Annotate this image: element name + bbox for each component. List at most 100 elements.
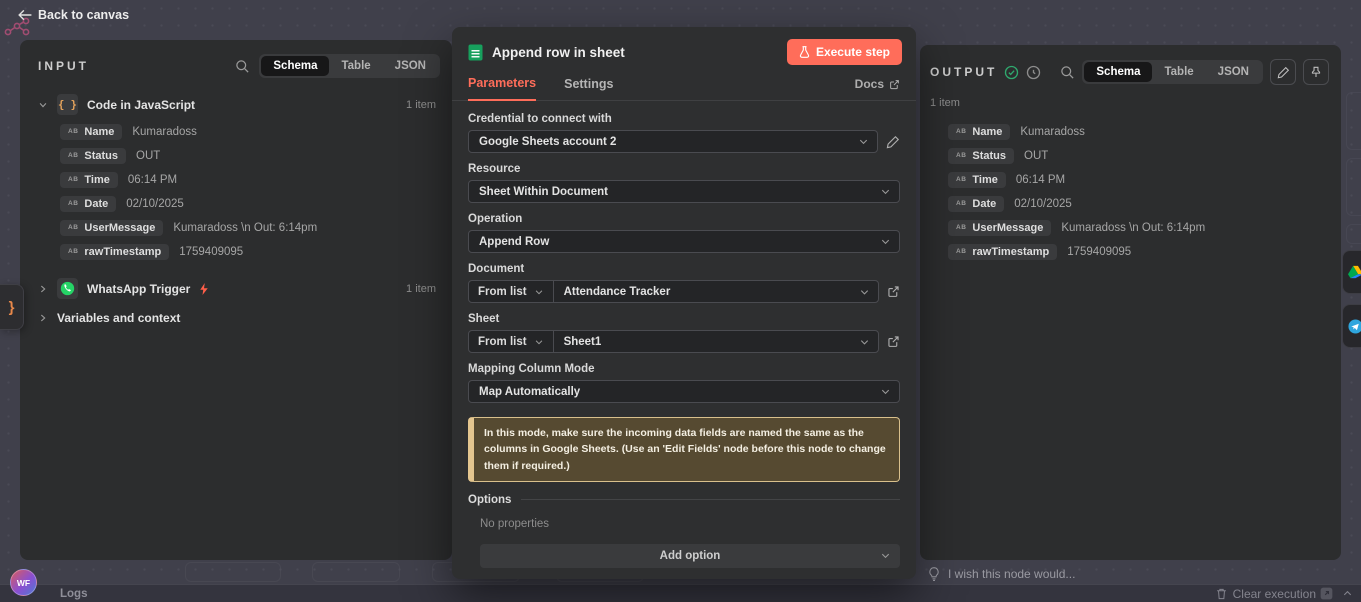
resource-select[interactable]: Sheet Within Document [468, 180, 900, 203]
canvas-ghost-node [185, 562, 281, 582]
field-value: Kumaradoss \n Out: 6:14pm [1061, 222, 1205, 234]
field-name: Name [972, 126, 1002, 138]
chevron-down-icon [534, 287, 544, 297]
resource-value: Sheet Within Document [479, 186, 608, 198]
field-pill[interactable]: ABUserMessage [948, 220, 1051, 236]
output-view-switch: Schema Table JSON [1082, 60, 1263, 84]
field-value: 06:14 PM [128, 174, 177, 186]
pin-data-button[interactable] [1303, 59, 1329, 85]
input-node-whatsapp[interactable]: WhatsApp Trigger 1 item [20, 274, 452, 303]
flask-icon [799, 46, 810, 58]
sheet-mode-label: From list [478, 336, 527, 348]
output-search-icon[interactable] [1060, 65, 1075, 80]
edit-credential-icon[interactable] [886, 135, 900, 149]
chevron-down-icon [880, 550, 891, 561]
document-combo[interactable]: From list Attendance Tracker [468, 280, 879, 303]
tab-parameters[interactable]: Parameters [468, 76, 536, 101]
input-tab-json[interactable]: JSON [383, 56, 438, 76]
open-sheet-icon[interactable] [887, 335, 900, 348]
field-pill[interactable]: ABUserMessage [60, 220, 163, 236]
input-tab-table[interactable]: Table [329, 56, 382, 76]
output-tab-json[interactable]: JSON [1206, 62, 1261, 82]
field-value: 1759409095 [1067, 246, 1131, 258]
string-type-icon: AB [68, 200, 78, 207]
document-mode[interactable]: From list [469, 281, 554, 302]
run-time-icon [1026, 65, 1041, 80]
credential-select[interactable]: Google Sheets account 2 [468, 130, 878, 153]
schema-field-row: ABStatus OUT [60, 147, 452, 164]
field-pill[interactable]: ABTime [948, 172, 1006, 188]
field-pill[interactable]: ABDate [60, 196, 116, 212]
schema-preview-toggle[interactable]: } [0, 284, 24, 330]
field-pill[interactable]: ABDate [948, 196, 1004, 212]
workflow-avatar[interactable]: WF [10, 569, 37, 596]
add-option-button[interactable]: Add option [480, 544, 900, 568]
string-type-icon: AB [68, 128, 78, 135]
popout-icon[interactable] [1320, 587, 1333, 600]
input-node-variables[interactable]: Variables and context [20, 307, 452, 329]
node-feedback-input[interactable]: I wish this node would... [928, 567, 1075, 581]
field-pill[interactable]: ABName [60, 124, 122, 140]
back-label: Back to canvas [38, 8, 129, 22]
back-to-canvas[interactable]: Back to canvas [18, 8, 129, 22]
edit-output-button[interactable] [1270, 59, 1296, 85]
options-label: Options [468, 494, 511, 506]
mapping-mode-label: Mapping Column Mode [468, 363, 900, 375]
field-pill[interactable]: ABName [948, 124, 1010, 140]
input-node-code[interactable]: { } Code in JavaScript 1 item [20, 90, 452, 119]
chevron-down-icon [880, 236, 891, 247]
canvas-node-telegram [1342, 304, 1361, 348]
chevron-up-icon[interactable] [1342, 588, 1353, 599]
logs-label[interactable]: Logs [60, 588, 87, 600]
options-divider [521, 499, 900, 500]
field-name: Date [972, 198, 996, 210]
chevron-down-icon [880, 386, 891, 397]
mapping-mode-select[interactable]: Map Automatically [468, 380, 900, 403]
canvas-node-drive [1342, 250, 1361, 294]
field-name: Time [972, 174, 997, 186]
workflow-avatar-label: WF [17, 578, 30, 588]
code-node-count: 1 item [406, 99, 436, 111]
schema-field-row: ABUserMessage Kumaradoss \n Out: 6:14pm [948, 219, 1341, 236]
output-tab-table[interactable]: Table [1152, 62, 1205, 82]
field-value: Kumaradoss \n Out: 6:14pm [173, 222, 317, 234]
canvas-edge-node [1346, 92, 1361, 150]
field-value: OUT [1024, 150, 1048, 162]
field-name: UserMessage [84, 222, 155, 234]
pencil-icon [1277, 66, 1290, 79]
sheet-mode[interactable]: From list [469, 331, 554, 352]
field-pill[interactable]: ABStatus [60, 148, 126, 164]
chevron-down-icon [859, 286, 870, 297]
schema-field-row: ABName Kumaradoss [60, 123, 452, 140]
chevron-down-icon [38, 100, 48, 110]
field-name: Time [84, 174, 109, 186]
input-search-icon[interactable] [235, 59, 250, 74]
output-tab-schema[interactable]: Schema [1084, 62, 1152, 82]
field-value: Kumaradoss [132, 126, 197, 138]
telegram-icon [1348, 319, 1361, 334]
string-type-icon: AB [956, 224, 966, 231]
canvas-ghost-node [312, 562, 400, 582]
field-pill[interactable]: ABTime [60, 172, 118, 188]
clear-execution-button[interactable]: Clear execution [1216, 587, 1316, 601]
sheet-combo[interactable]: From list Sheet1 [468, 330, 879, 353]
google-drive-icon [1348, 265, 1361, 279]
variables-label: Variables and context [57, 311, 180, 325]
options-empty-text: No properties [480, 518, 900, 530]
input-tab-schema[interactable]: Schema [261, 56, 329, 76]
output-panel-title: OUTPUT [930, 65, 997, 79]
open-document-icon[interactable] [887, 285, 900, 298]
field-pill[interactable]: ABrawTimestamp [60, 244, 169, 260]
code-node-icon: { } [57, 94, 78, 115]
mapping-notice: In this mode, make sure the incoming dat… [468, 417, 900, 482]
docs-link[interactable]: Docs [855, 77, 900, 100]
schema-field-row: ABrawTimestamp 1759409095 [60, 243, 452, 260]
canvas-edge-node [1346, 224, 1361, 244]
field-pill[interactable]: ABrawTimestamp [948, 244, 1057, 260]
execute-step-button[interactable]: Execute step [787, 39, 902, 65]
tab-settings[interactable]: Settings [564, 77, 613, 100]
field-value: 02/10/2025 [126, 198, 184, 210]
operation-select[interactable]: Append Row [468, 230, 900, 253]
canvas-edge-node [1346, 158, 1361, 216]
field-pill[interactable]: ABStatus [948, 148, 1014, 164]
